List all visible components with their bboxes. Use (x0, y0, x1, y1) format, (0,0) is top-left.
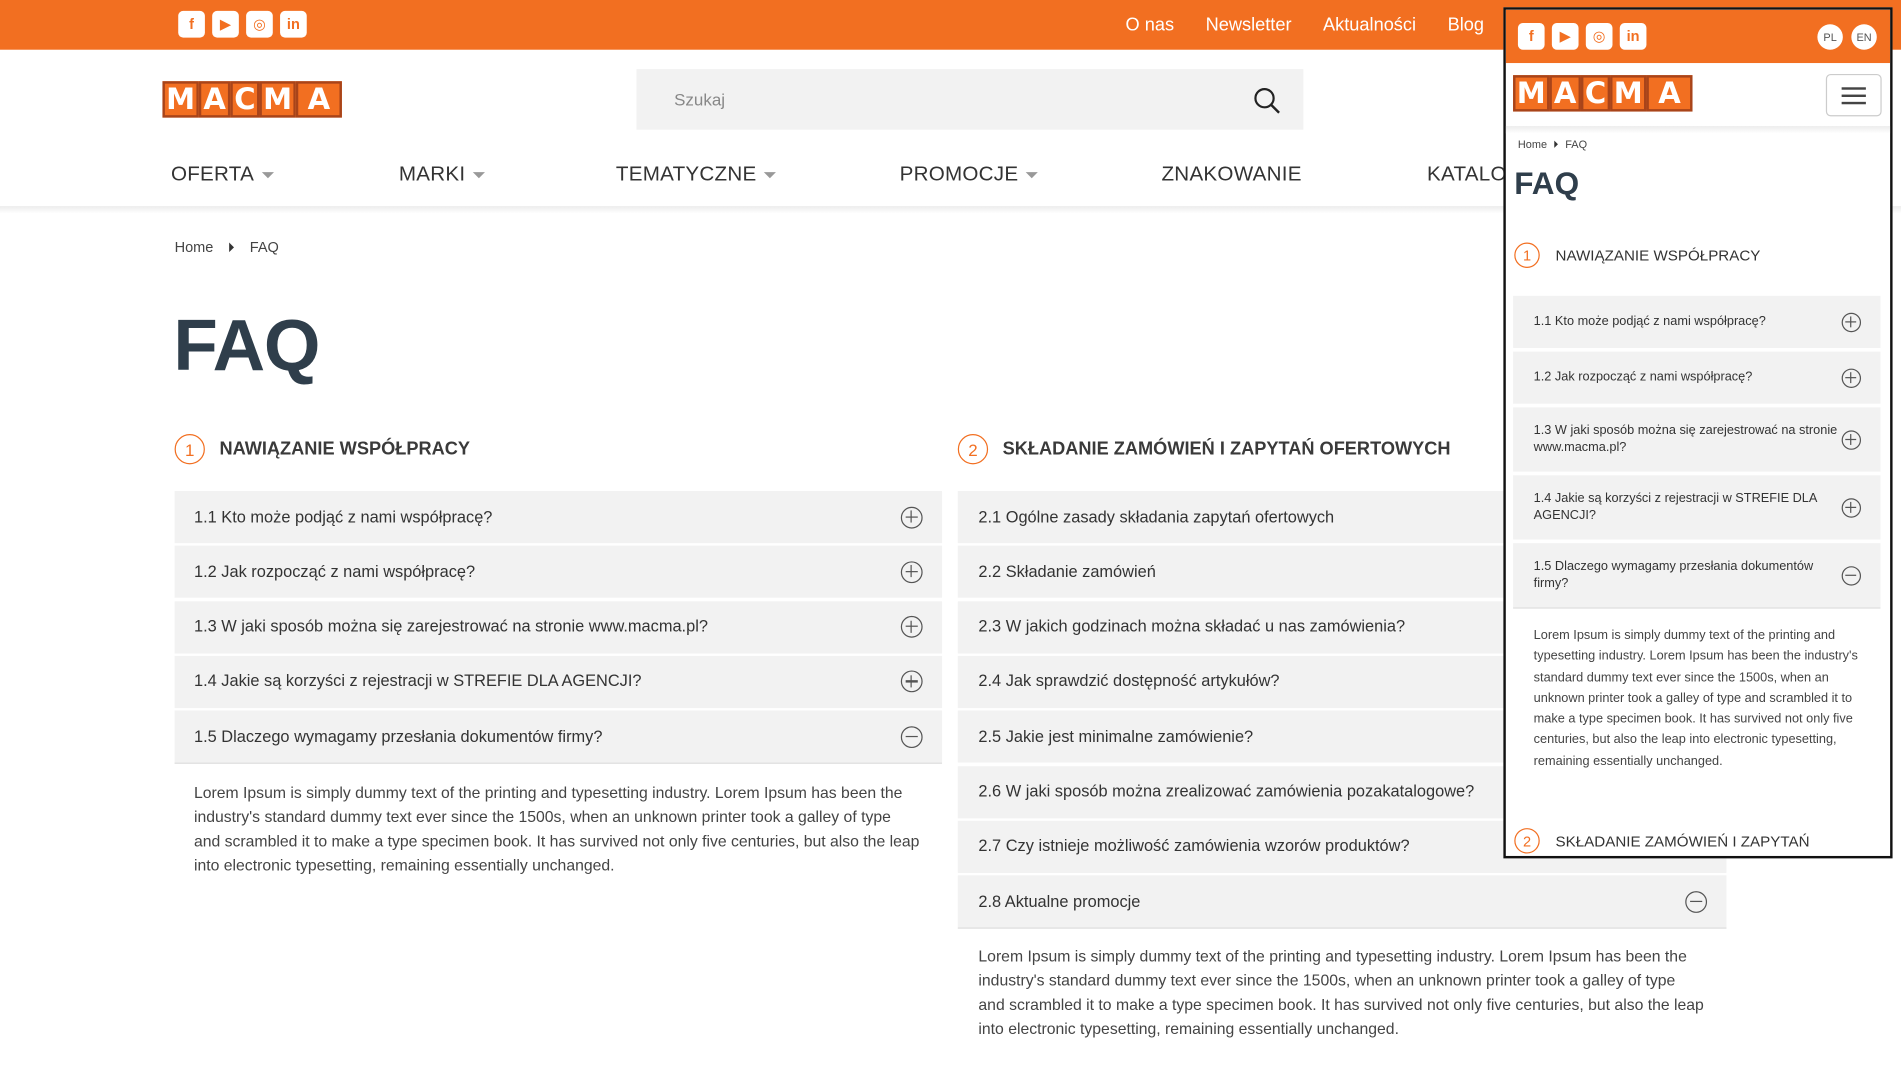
search-box (636, 69, 1304, 130)
expand-icon[interactable] (1841, 497, 1862, 518)
linkedin-icon[interactable]: in (280, 10, 307, 38)
instagram-icon[interactable]: ◎ (1585, 23, 1613, 50)
expand-icon[interactable] (900, 670, 923, 693)
faq-answer: Lorem Ipsum is simply dummy text of the … (193, 782, 920, 874)
section-2-header: 2 SKŁADANIE ZAMÓWIEŃ I ZAPYTAŃ OFERTOWYC… (957, 434, 1451, 465)
expand-icon[interactable] (900, 506, 923, 529)
instagram-icon[interactable]: ◎ (246, 10, 273, 38)
faq-question-row[interactable]: 2.8 Aktualne promocje (957, 875, 1727, 928)
expand-icon[interactable] (900, 616, 923, 638)
top-nav: O nas Newsletter Aktualności Blog (1126, 0, 1484, 50)
faq-question-row[interactable]: 1.2 Jak rozpocząć z nami współpracę? (174, 545, 943, 599)
chevron-down-icon (763, 171, 776, 178)
faq-question-text: 1.3 W jaki sposób można się zarejestrowa… (193, 617, 708, 636)
social-links: f ▶ ◎ in (178, 10, 307, 38)
chevron-down-icon (261, 171, 274, 178)
facebook-icon[interactable]: f (1517, 23, 1545, 50)
faq-question-row[interactable]: 1.1 Kto może podjąć z nami współpracę? (1513, 295, 1881, 348)
nav-item-marki[interactable]: MARKI (399, 148, 485, 201)
faq-question-row[interactable]: 1.2 Jak rozpocząć z nami współpracę? (1513, 351, 1881, 404)
section-number: 1 (1514, 242, 1540, 268)
faq-question-text: 1.1 Kto może podjąć z nami współpracę? (1533, 313, 1766, 329)
faq-answer: Lorem Ipsum is simply dummy text of the … (978, 947, 1704, 1039)
mobile-section-1-header: 1 NAWIĄZANIE WSPÓŁPRACY (1514, 242, 1761, 268)
section-title: NAWIĄZANIE WSPÓŁPRACY (219, 438, 471, 460)
linkedin-icon[interactable]: in (1619, 23, 1647, 50)
faq-answer: Lorem Ipsum is simply dummy text of the … (1533, 628, 1858, 769)
section-title: SKŁADANIE ZAMÓWIEŃ I ZAPYTAŃ (1555, 832, 1810, 850)
topnav-link-news[interactable]: Aktualności (1323, 15, 1416, 36)
faq-question-row[interactable]: 1.4 Jakie są korzyści z rejestracji w ST… (174, 655, 943, 708)
section-title: NAWIĄZANIE WSPÓŁPRACY (1555, 246, 1761, 264)
chevron-right-icon (1554, 140, 1558, 148)
topnav-link-newsletter[interactable]: Newsletter (1206, 15, 1292, 36)
language-en[interactable]: EN (1851, 24, 1877, 50)
expand-icon[interactable] (1841, 312, 1862, 332)
language-pl[interactable]: PL (1817, 24, 1843, 50)
mobile-preview: f ▶ ◎ in PL EN M A C M A Home FAQ FAQ 1 … (1503, 7, 1893, 859)
faq-question-row[interactable]: 1.3 W jaki sposób można się zarejestrowa… (1513, 407, 1881, 472)
section-number: 2 (957, 434, 989, 465)
nav-item-znakowanie[interactable]: ZNAKOWANIE (1161, 148, 1301, 201)
collapse-icon[interactable] (900, 725, 923, 748)
faq-question-text: 1.5 Dlaczego wymagamy przesłania dokumen… (193, 727, 603, 746)
faq-question-text: 1.4 Jakie są korzyści z rejestracji w ST… (1533, 491, 1817, 522)
expand-icon[interactable] (1841, 429, 1862, 450)
chevron-down-icon (1025, 171, 1038, 178)
collapse-icon[interactable] (1685, 890, 1708, 913)
facebook-icon[interactable]: f (178, 10, 205, 38)
faq-question-text: 1.4 Jakie są korzyści z rejestracji w ST… (193, 672, 642, 691)
mobile-top-bar: f ▶ ◎ in PL EN (1505, 9, 1891, 64)
faq-divider (1513, 607, 1881, 609)
faq-question-text: 1.3 W jaki sposób można się zarejestrowa… (1533, 423, 1838, 455)
page-title: FAQ (173, 304, 320, 386)
faq-question-row[interactable]: 1.5 Dlaczego wymagamy przesłania dokumen… (174, 710, 943, 763)
faq-question-row[interactable]: 1.5 Dlaczego wymagamy przesłania dokumen… (1513, 543, 1881, 608)
youtube-icon[interactable]: ▶ (1551, 23, 1579, 50)
faq-question-row[interactable]: 1.1 Kto może podjąć z nami współpracę? (174, 491, 943, 544)
section-number: 2 (1514, 828, 1540, 854)
page-root: f ▶ ◎ in O nas Newsletter Aktualności Bl… (0, 0, 1901, 1066)
section-1-header: 1 NAWIĄZANIE WSPÓŁPRACY (174, 434, 471, 465)
breadcrumb-home[interactable]: Home (175, 239, 214, 256)
section-title: SKŁADANIE ZAMÓWIEŃ I ZAPYTAŃ OFERTOWYCH (1002, 438, 1451, 460)
expand-icon[interactable] (900, 561, 923, 583)
chevron-right-icon (229, 242, 235, 253)
faq-question-text: 1.1 Kto może podjąć z nami współpracę? (193, 507, 493, 526)
faq-question-text: 1.2 Jak rozpocząć z nami współpracę? (193, 562, 476, 581)
breadcrumb: Home FAQ (175, 239, 279, 256)
search-icon[interactable] (1252, 86, 1281, 115)
mobile-header-divider (1505, 126, 1891, 134)
faq-question-row[interactable]: 1.4 Jakie są korzyści z rejestracji w ST… (1513, 475, 1881, 540)
mobile-social-links: f ▶ ◎ in (1517, 23, 1647, 50)
mobile-section-2-header: 2 SKŁADANIE ZAMÓWIEŃ I ZAPYTAŃ (1514, 828, 1810, 854)
breadcrumb-home[interactable]: Home (1518, 138, 1547, 150)
chevron-down-icon (472, 171, 485, 178)
nav-item-promocje[interactable]: PROMOCJE (900, 148, 1038, 201)
breadcrumb-current: FAQ (1565, 138, 1588, 151)
mobile-page-title: FAQ (1514, 164, 1580, 202)
mobile-logo[interactable]: M A C M A (1513, 75, 1693, 112)
topnav-link-blog[interactable]: Blog (1448, 15, 1484, 36)
faq-question-text: 2.8 Aktualne promocje (978, 891, 1141, 911)
faq-question-row[interactable]: 1.3 W jaki sposób można się zarejestrowa… (174, 600, 943, 653)
faq-question-text: 1.2 Jak rozpocząć z nami współpracę? (1533, 369, 1753, 385)
mobile-breadcrumb: Home FAQ (1518, 138, 1587, 150)
hamburger-icon (1841, 87, 1866, 90)
search-input[interactable] (636, 69, 1219, 130)
faq-divider (174, 762, 943, 765)
logo[interactable]: M A C M A (162, 81, 342, 118)
faq-question-text: 1.5 Dlaczego wymagamy przesłania dokumen… (1533, 558, 1814, 590)
breadcrumb-current: FAQ (249, 238, 279, 256)
collapse-icon[interactable] (1841, 565, 1862, 585)
expand-icon[interactable] (1841, 367, 1862, 388)
topnav-link-about[interactable]: O nas (1126, 15, 1175, 36)
menu-button[interactable] (1825, 73, 1882, 117)
faq-divider (957, 927, 1727, 929)
section-number: 1 (174, 434, 205, 465)
youtube-icon[interactable]: ▶ (212, 10, 239, 38)
nav-item-oferta[interactable]: OFERTA (171, 148, 274, 201)
nav-item-tematyczne[interactable]: TEMATYCZNE (616, 148, 776, 201)
